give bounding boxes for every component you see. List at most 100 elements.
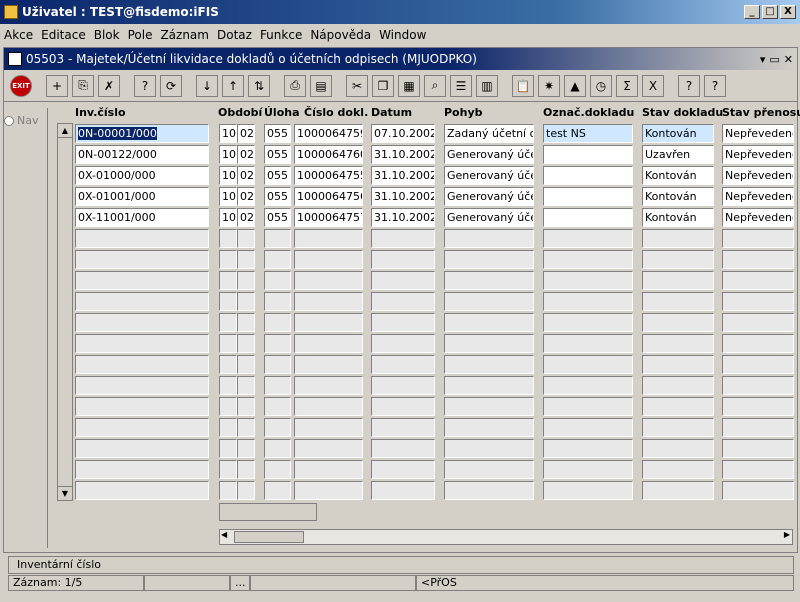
cell-obd2[interactable] bbox=[237, 355, 255, 374]
cell-prenos[interactable] bbox=[722, 481, 794, 500]
cell-ozn[interactable] bbox=[543, 250, 633, 269]
cell-uloha[interactable] bbox=[264, 397, 291, 416]
cell-obd1[interactable]: 10 bbox=[219, 166, 237, 185]
columns-icon[interactable]: ▥ bbox=[476, 74, 498, 97]
cell-inv[interactable]: 0X-01000/000 bbox=[75, 166, 209, 185]
cell-uloha[interactable]: 055 bbox=[264, 124, 291, 143]
cell-cislo[interactable] bbox=[294, 355, 363, 374]
cell-inv[interactable]: 0X-11001/000 bbox=[75, 208, 209, 227]
cell-obd1[interactable] bbox=[219, 334, 237, 353]
cell-ozn[interactable] bbox=[543, 166, 633, 185]
cell-pohyb[interactable] bbox=[444, 418, 534, 437]
cell-obd1[interactable]: 10 bbox=[219, 187, 237, 206]
cell-datum[interactable] bbox=[371, 355, 435, 374]
cell-uloha[interactable] bbox=[264, 439, 291, 458]
cell-ozn[interactable] bbox=[543, 271, 633, 290]
cell-ozn[interactable] bbox=[543, 460, 633, 479]
cell-pohyb[interactable] bbox=[444, 439, 534, 458]
cell-prenos[interactable]: Nepřevedeno bbox=[722, 166, 794, 185]
cut-icon[interactable]: ✂ bbox=[346, 74, 368, 97]
cell-obd2[interactable]: 02 bbox=[237, 124, 255, 143]
cell-stav[interactable] bbox=[642, 250, 714, 269]
cell-obd1[interactable] bbox=[219, 292, 237, 311]
cell-datum[interactable] bbox=[371, 418, 435, 437]
cell-obd2[interactable] bbox=[237, 397, 255, 416]
cell-obd1[interactable] bbox=[219, 355, 237, 374]
scroll-left-icon[interactable]: ◀ bbox=[221, 530, 227, 539]
cell-cislo[interactable]: 1000064760 bbox=[294, 145, 363, 164]
cell-obd2[interactable]: 02 bbox=[237, 187, 255, 206]
cell-obd1[interactable] bbox=[219, 271, 237, 290]
menu-editace[interactable]: Editace bbox=[41, 28, 86, 42]
scroll-up-icon[interactable]: ▲ bbox=[58, 124, 72, 138]
horizontal-scrollbar[interactable]: ◀ ▶ bbox=[219, 529, 793, 545]
cell-cislo[interactable] bbox=[294, 460, 363, 479]
cell-ozn[interactable] bbox=[543, 376, 633, 395]
scroll-right-icon[interactable]: ▶ bbox=[784, 530, 790, 539]
context-help-icon[interactable]: ? bbox=[704, 74, 726, 97]
cell-uloha[interactable] bbox=[264, 418, 291, 437]
cell-ozn[interactable] bbox=[543, 397, 633, 416]
cell-stav[interactable] bbox=[642, 334, 714, 353]
cell-uloha[interactable] bbox=[264, 355, 291, 374]
cell-cislo[interactable] bbox=[294, 229, 363, 248]
cell-uloha[interactable]: 055 bbox=[264, 166, 291, 185]
cell-uloha[interactable] bbox=[264, 271, 291, 290]
cell-ozn[interactable]: test NS bbox=[543, 124, 633, 143]
duplicate-record-icon[interactable]: ⎘ bbox=[72, 74, 94, 97]
cell-prenos[interactable] bbox=[722, 460, 794, 479]
menu-dotaz[interactable]: Dotaz bbox=[217, 28, 252, 42]
sort-asc-icon[interactable]: ↓ bbox=[196, 74, 218, 97]
cell-pohyb[interactable] bbox=[444, 481, 534, 500]
cell-stav[interactable] bbox=[642, 292, 714, 311]
cell-pohyb[interactable] bbox=[444, 313, 534, 332]
cell-inv[interactable]: 0N-00122/000 bbox=[75, 145, 209, 164]
cell-prenos[interactable]: Nepřevedeno bbox=[722, 145, 794, 164]
cell-cislo[interactable] bbox=[294, 250, 363, 269]
cell-pohyb[interactable] bbox=[444, 334, 534, 353]
form-restore-button[interactable]: ▭ bbox=[769, 53, 779, 66]
cell-obd1[interactable]: 10 bbox=[219, 124, 237, 143]
cell-obd1[interactable] bbox=[219, 250, 237, 269]
cell-obd2[interactable] bbox=[237, 250, 255, 269]
cell-inv[interactable] bbox=[75, 355, 209, 374]
sort-multi-icon[interactable]: ⇅ bbox=[248, 74, 270, 97]
cell-pohyb[interactable] bbox=[444, 229, 534, 248]
cell-obd2[interactable] bbox=[237, 460, 255, 479]
cell-cislo[interactable]: 1000064757 bbox=[294, 208, 363, 227]
scroll-thumb[interactable] bbox=[234, 531, 304, 543]
cell-datum[interactable]: 31.10.2002 1 bbox=[371, 208, 435, 227]
cell-pohyb[interactable]: Generovaný účetn bbox=[444, 208, 534, 227]
cell-ozn[interactable] bbox=[543, 292, 633, 311]
cell-datum[interactable] bbox=[371, 250, 435, 269]
delete-record-icon[interactable]: ✗ bbox=[98, 74, 120, 97]
cell-inv[interactable] bbox=[75, 481, 209, 500]
cell-ozn[interactable] bbox=[543, 187, 633, 206]
cell-cislo[interactable] bbox=[294, 313, 363, 332]
cell-obd2[interactable] bbox=[237, 313, 255, 332]
cell-uloha[interactable] bbox=[264, 229, 291, 248]
cell-obd2[interactable] bbox=[237, 292, 255, 311]
cell-datum[interactable]: 31.10.2002 1 bbox=[371, 145, 435, 164]
cell-cislo[interactable] bbox=[294, 292, 363, 311]
cell-obd1[interactable] bbox=[219, 439, 237, 458]
cell-stav[interactable] bbox=[642, 313, 714, 332]
print-preview-icon[interactable]: ▤ bbox=[310, 74, 332, 97]
menu-blok[interactable]: Blok bbox=[94, 28, 120, 42]
menu-zaznam[interactable]: Záznam bbox=[160, 28, 209, 42]
vertical-scrollbar[interactable]: ▲ ▼ bbox=[57, 123, 73, 501]
cell-pohyb[interactable] bbox=[444, 376, 534, 395]
cell-datum[interactable]: 31.10.2002 1 bbox=[371, 187, 435, 206]
excel-icon[interactable]: X bbox=[642, 74, 664, 97]
cell-prenos[interactable]: Nepřevedeno bbox=[722, 208, 794, 227]
cell-datum[interactable]: 07.10.2002 1 bbox=[371, 124, 435, 143]
cell-stav[interactable] bbox=[642, 460, 714, 479]
close-button[interactable]: X bbox=[780, 5, 796, 19]
cell-uloha[interactable]: 055 bbox=[264, 208, 291, 227]
cell-obd2[interactable]: 02 bbox=[237, 145, 255, 164]
paste-icon[interactable]: ▦ bbox=[398, 74, 420, 97]
cell-inv[interactable] bbox=[75, 271, 209, 290]
cell-stav[interactable] bbox=[642, 397, 714, 416]
cell-uloha[interactable] bbox=[264, 292, 291, 311]
cell-stav[interactable]: Kontován bbox=[642, 187, 714, 206]
